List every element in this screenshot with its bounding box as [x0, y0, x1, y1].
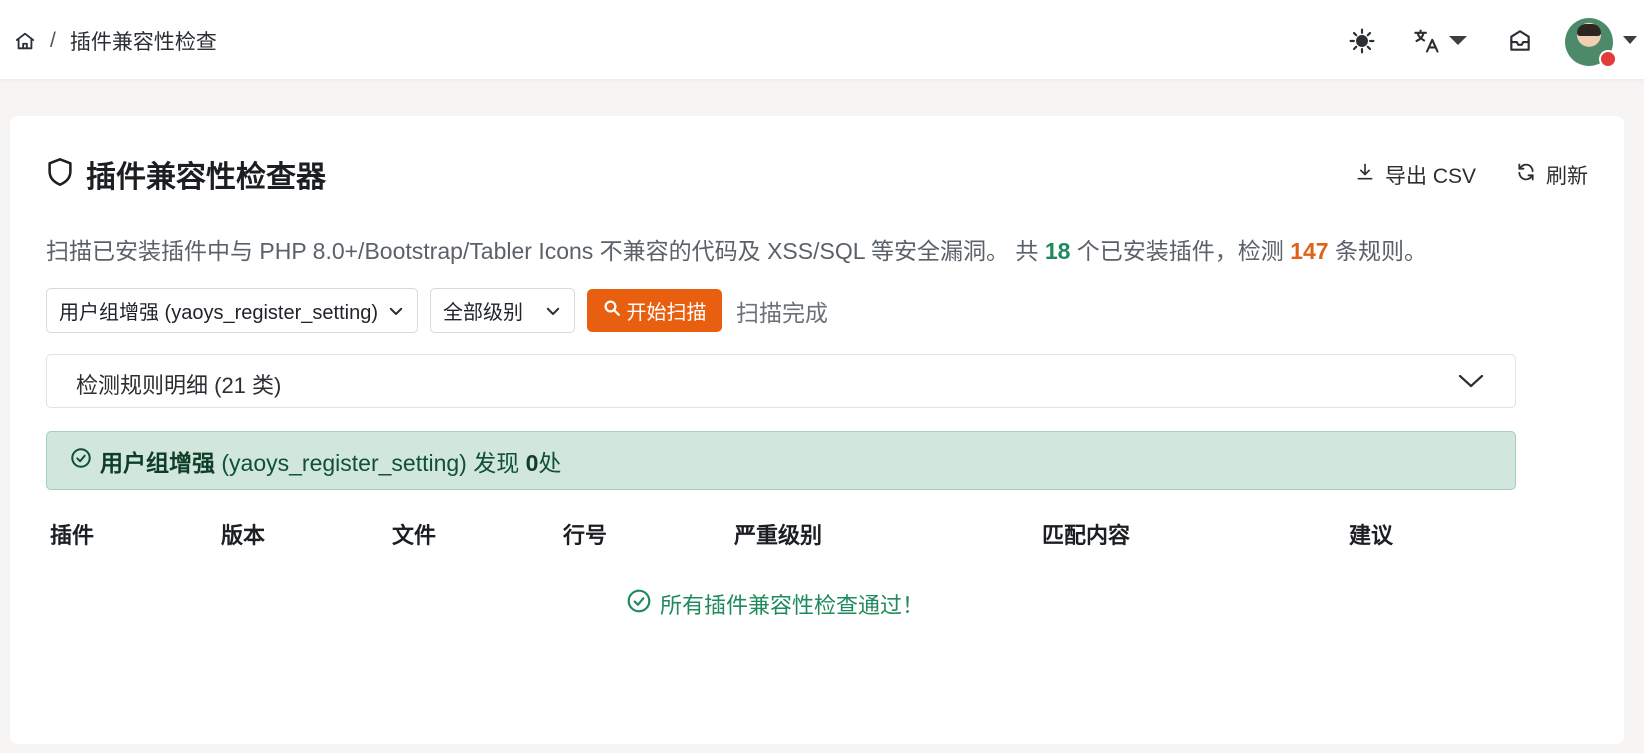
- column-header-suggestion[interactable]: 建议: [1349, 518, 1393, 550]
- refresh-label: 刷新: [1546, 165, 1588, 188]
- column-header-match[interactable]: 匹配内容: [1042, 518, 1130, 550]
- column-header-file[interactable]: 文件: [392, 518, 436, 550]
- alert-count: 0: [525, 449, 539, 476]
- inbox-icon[interactable]: [1505, 26, 1535, 56]
- empty-state: 所有插件兼容性检查通过！: [626, 588, 924, 620]
- column-header-plugin[interactable]: 插件: [50, 518, 94, 550]
- top-navbar: / 插件兼容性检查: [0, 0, 1644, 80]
- main-card: 插件兼容性检查器 导出 CSV 刷新 扫描已安装插件中与 PHP 8.0+/Bo…: [10, 116, 1624, 744]
- description-suffix: 条规则。: [1328, 238, 1427, 264]
- translate-icon[interactable]: [1412, 26, 1442, 56]
- chevron-down-icon: [387, 302, 405, 320]
- start-scan-label: 开始扫描: [626, 302, 707, 324]
- breadcrumb-current-page: 插件兼容性检查: [69, 31, 217, 54]
- language-dropdown-caret-icon[interactable]: [1449, 36, 1467, 45]
- user-menu-caret-icon[interactable]: [1623, 36, 1637, 44]
- sun-icon[interactable]: [1347, 26, 1377, 56]
- scan-status: 扫描完成: [736, 299, 828, 326]
- rules-accordion-label: 检测规则明细 (21 类): [76, 373, 282, 398]
- scan-controls: 用户组增强 (yaoys_register_setting) 全部级别 开始扫描…: [46, 288, 828, 333]
- alert-suffix: 处: [538, 449, 562, 476]
- alert-plugin-name: 用户组增强: [100, 449, 215, 476]
- page-title: 插件兼容性检查器: [86, 161, 326, 194]
- download-icon: [1355, 162, 1375, 188]
- card-header: 插件兼容性检查器: [46, 152, 326, 196]
- export-csv-label: 导出 CSV: [1384, 165, 1476, 188]
- refresh-button[interactable]: 刷新: [1516, 160, 1588, 190]
- rule-count: 147: [1290, 238, 1329, 264]
- refresh-icon: [1516, 162, 1536, 188]
- results-table-header: 插件 版本 文件 行号 严重级别 匹配内容 建议: [50, 518, 1520, 552]
- level-select[interactable]: 全部级别: [430, 288, 575, 333]
- home-icon[interactable]: [14, 30, 36, 52]
- chevron-down-icon: [544, 302, 562, 320]
- search-icon: [603, 299, 621, 323]
- export-csv-button[interactable]: 导出 CSV: [1355, 160, 1476, 190]
- plugin-select[interactable]: 用户组增强 (yaoys_register_setting): [46, 288, 418, 333]
- rules-accordion[interactable]: 检测规则明细 (21 类): [46, 354, 1516, 408]
- plugin-count: 18: [1044, 238, 1071, 264]
- check-circle-icon: [70, 447, 92, 475]
- notification-badge: [1599, 50, 1617, 68]
- breadcrumb-separator: /: [50, 29, 56, 52]
- empty-state-message: 所有插件兼容性检查通过！: [660, 593, 925, 618]
- description-mid: 个已安装插件，检测: [1070, 238, 1291, 264]
- scan-result-alert: 用户组增强 (yaoys_register_setting) 发现 0处: [46, 431, 1516, 490]
- description-prefix: 扫描已安装插件中与 PHP 8.0+/Bootstrap/Tabler Icon…: [46, 238, 1045, 264]
- shield-icon: [46, 157, 74, 192]
- description-text: 扫描已安装插件中与 PHP 8.0+/Bootstrap/Tabler Icon…: [46, 232, 1427, 266]
- check-circle-icon: [626, 588, 652, 620]
- alert-text: 用户组增强 (yaoys_register_setting) 发现 0处: [100, 444, 561, 478]
- user-avatar[interactable]: [1565, 18, 1617, 68]
- level-select-value: 全部级别: [443, 302, 523, 324]
- plugin-select-value: 用户组增强 (yaoys_register_setting): [59, 302, 377, 324]
- breadcrumb: / 插件兼容性检查: [14, 26, 217, 56]
- chevron-down-icon: [1457, 369, 1485, 393]
- avatar-hair: [1577, 24, 1601, 36]
- column-header-line[interactable]: 行号: [563, 518, 607, 550]
- start-scan-button[interactable]: 开始扫描: [587, 289, 722, 332]
- alert-plugin-id: (yaoys_register_setting) 发现: [215, 449, 526, 476]
- column-header-version[interactable]: 版本: [221, 518, 265, 550]
- card-actions: 导出 CSV 刷新: [1355, 160, 1588, 190]
- column-header-severity[interactable]: 严重级别: [734, 518, 822, 550]
